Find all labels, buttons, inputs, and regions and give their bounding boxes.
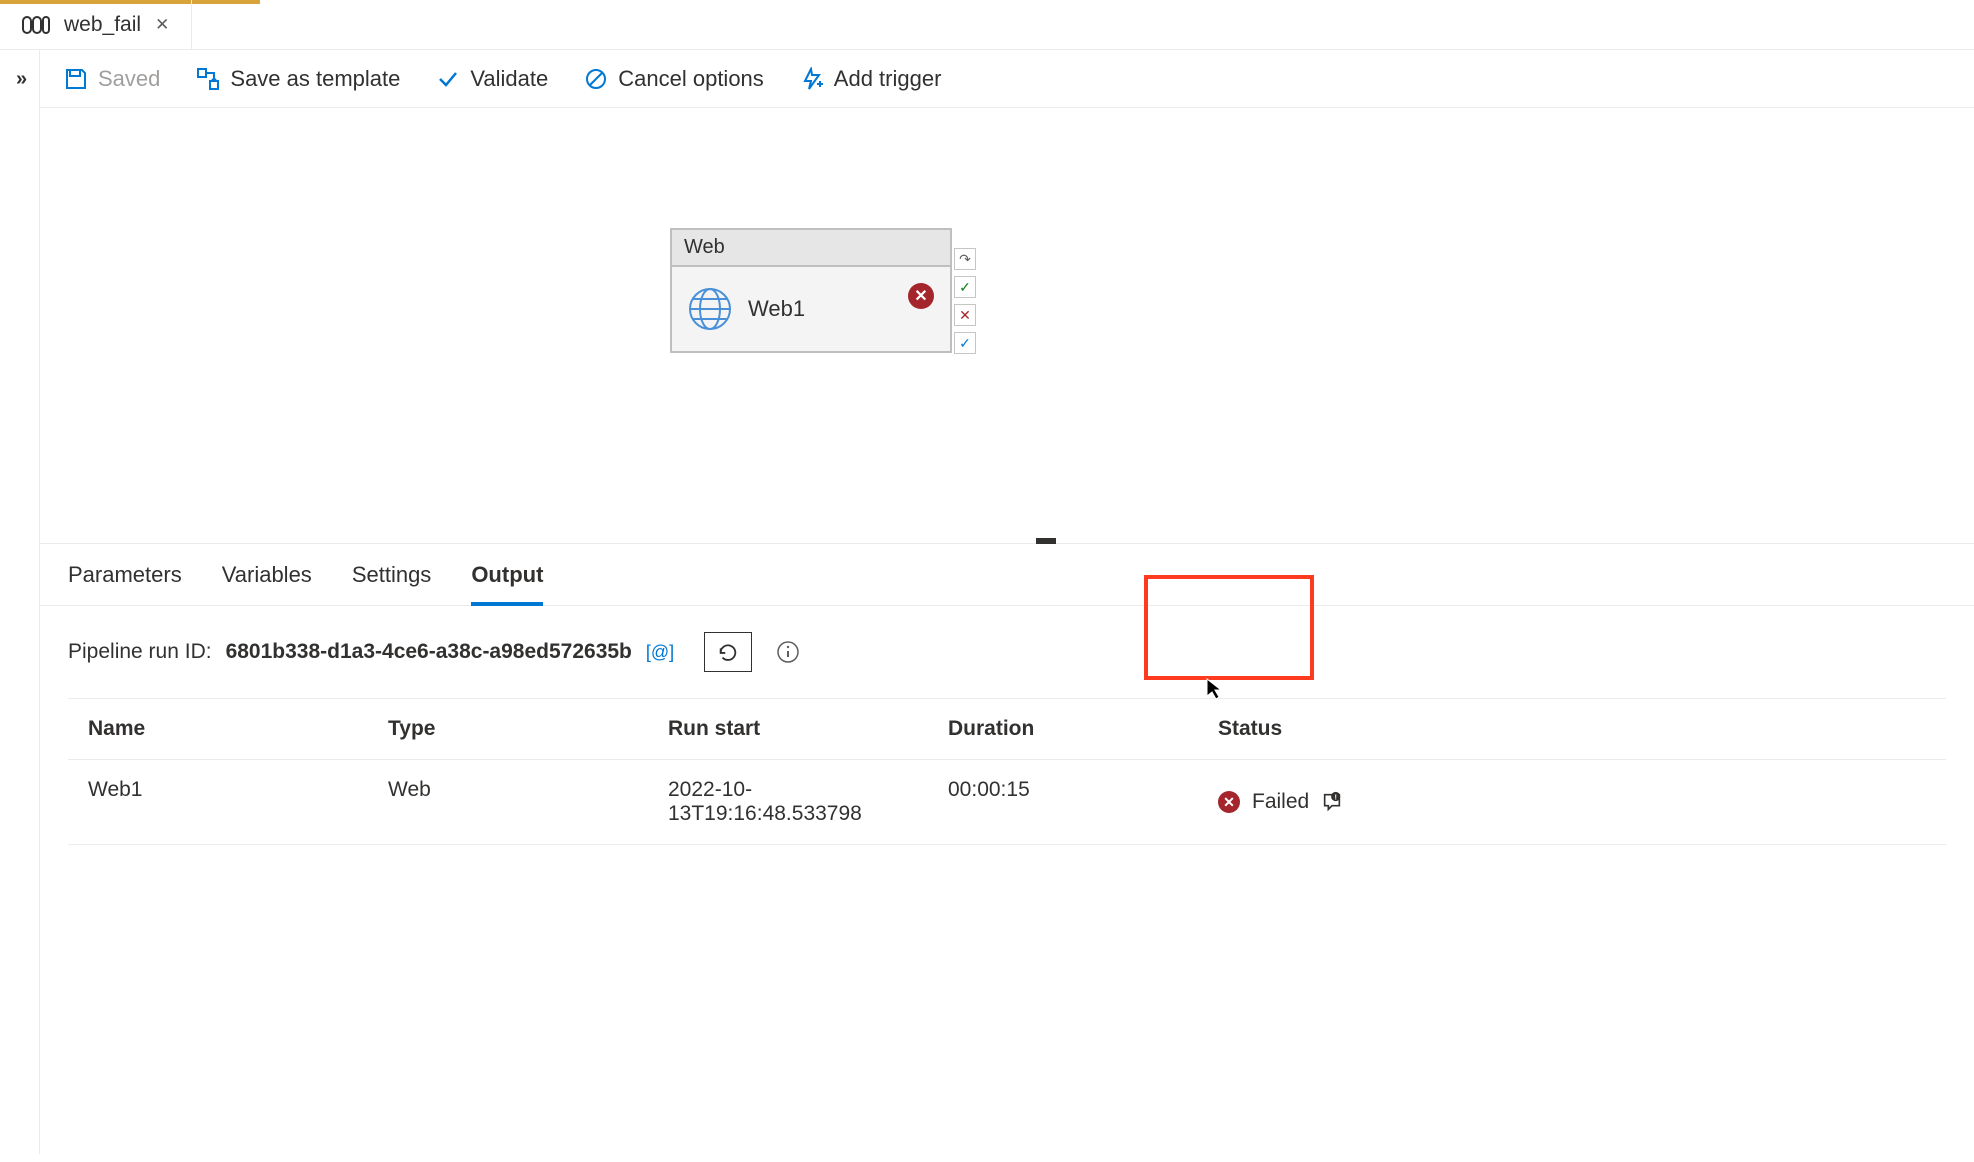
copy-expression-icon[interactable]: [@] xyxy=(646,642,674,663)
toolbar: Saved Save as template Validate Cancel o… xyxy=(40,50,1974,108)
tab-variables[interactable]: Variables xyxy=(222,562,312,605)
save-as-template-label: Save as template xyxy=(230,66,400,92)
status-text: Failed xyxy=(1252,790,1309,814)
tab-title: web_fail xyxy=(64,13,141,37)
output-table: Name Type Run start Duration Status Web1… xyxy=(68,698,1946,845)
col-type: Type xyxy=(368,699,648,759)
cell-name: Web1 xyxy=(68,760,368,844)
fail-icon: ✕ xyxy=(1218,791,1240,813)
pipeline-icon xyxy=(22,14,50,36)
cancel-icon xyxy=(584,67,608,91)
fail-handle[interactable]: ✕ xyxy=(954,304,976,326)
cell-duration: 00:00:15 xyxy=(928,760,1198,844)
trigger-icon xyxy=(800,67,824,91)
col-duration: Duration xyxy=(928,699,1198,759)
activity-type-label: Web xyxy=(670,228,952,265)
validate-button[interactable]: Validate xyxy=(436,66,548,92)
table-header-row: Name Type Run start Duration Status xyxy=(68,699,1946,760)
run-info-row: Pipeline run ID: 6801b338-d1a3-4ce6-a38c… xyxy=(40,606,1974,698)
tab-parameters[interactable]: Parameters xyxy=(68,562,182,605)
side-panel-toggle[interactable]: » xyxy=(0,50,40,1154)
saved-label: Saved xyxy=(98,66,160,92)
activity-name: Web1 xyxy=(748,296,805,322)
web-activity[interactable]: Web Web1 ✕ xyxy=(670,228,952,353)
refresh-button[interactable] xyxy=(704,632,752,672)
template-icon xyxy=(196,67,220,91)
tab-web-fail[interactable]: web_fail ✕ xyxy=(0,0,192,49)
save-as-template-button[interactable]: Save as template xyxy=(196,66,400,92)
cell-status: ✕ Failed ! xyxy=(1198,760,1408,844)
activity-body: Web1 ✕ xyxy=(670,265,952,353)
complete-handle[interactable]: ✓ xyxy=(954,332,976,354)
pipeline-canvas[interactable]: Web Web1 ✕ ↷ ✓ ✕ ✓ xyxy=(40,108,1974,543)
check-icon xyxy=(436,67,460,91)
tab-row: web_fail ✕ xyxy=(0,0,1974,50)
cancel-options-label: Cancel options xyxy=(618,66,764,92)
saved-button[interactable]: Saved xyxy=(64,66,160,92)
skip-handle[interactable]: ↷ xyxy=(954,248,976,270)
cell-type: Web xyxy=(368,760,648,844)
save-icon xyxy=(64,67,88,91)
error-icon: ✕ xyxy=(908,283,934,309)
chevron-right-icon: » xyxy=(16,68,23,1154)
cursor-icon xyxy=(1206,678,1224,706)
globe-icon xyxy=(688,287,732,331)
tab-settings[interactable]: Settings xyxy=(352,562,432,605)
info-icon[interactable] xyxy=(776,640,800,664)
status-message-icon[interactable]: ! xyxy=(1321,791,1343,813)
validate-label: Validate xyxy=(470,66,548,92)
add-trigger-button[interactable]: Add trigger xyxy=(800,66,942,92)
cancel-options-button[interactable]: Cancel options xyxy=(584,66,764,92)
svg-text:!: ! xyxy=(1335,792,1337,801)
col-name: Name xyxy=(68,699,368,759)
cell-run-start: 2022-10-13T19:16:48.533798 xyxy=(648,760,928,844)
col-status: Status xyxy=(1198,699,1408,759)
run-id-label: Pipeline run ID: xyxy=(68,640,212,664)
run-id-value: 6801b338-d1a3-4ce6-a38c-a98ed572635b xyxy=(226,640,632,664)
resize-handle[interactable] xyxy=(1036,538,1056,544)
tab-output[interactable]: Output xyxy=(471,562,543,606)
bottom-tabs: Parameters Variables Settings Output xyxy=(40,544,1974,606)
add-trigger-label: Add trigger xyxy=(834,66,942,92)
bottom-pane: Parameters Variables Settings Output Pip… xyxy=(40,543,1974,1154)
activity-handles: ↷ ✓ ✕ ✓ xyxy=(954,248,976,354)
close-icon[interactable]: ✕ xyxy=(155,15,169,35)
table-row[interactable]: Web1 Web 2022-10-13T19:16:48.533798 00:0… xyxy=(68,760,1946,844)
success-handle[interactable]: ✓ xyxy=(954,276,976,298)
col-run-start: Run start xyxy=(648,699,928,759)
